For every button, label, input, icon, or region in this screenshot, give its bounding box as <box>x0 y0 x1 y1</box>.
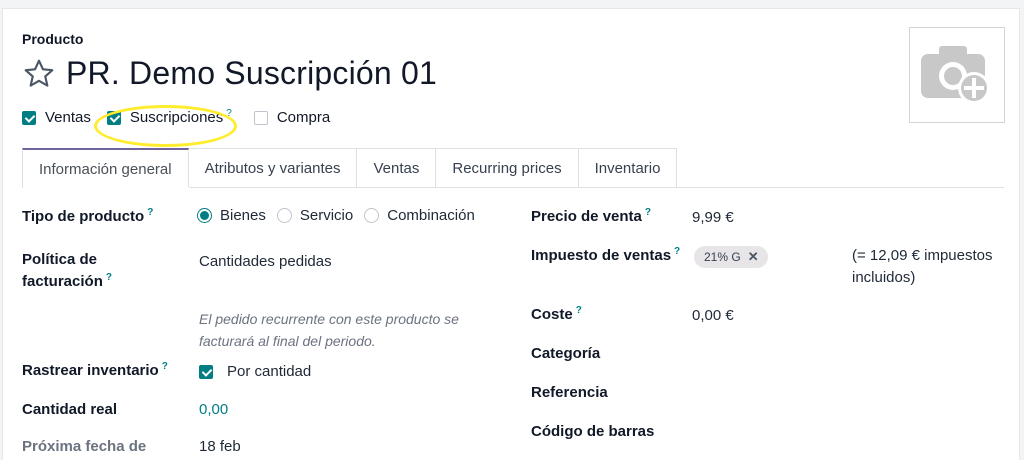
tab-divider-gap <box>23 187 189 188</box>
help-tooltip-icon[interactable]: ? <box>576 305 582 316</box>
radio-service[interactable]: Servicio <box>276 207 354 224</box>
radio-selected-icon[interactable] <box>197 208 212 223</box>
tax-included-note-line1: (= 12,09 € impuestos <box>852 247 993 264</box>
track-inventory-label: Rastrear inventario? <box>22 360 168 382</box>
help-tooltip-icon[interactable]: ? <box>147 207 153 218</box>
checkbox-checked-icon[interactable] <box>22 110 36 125</box>
tab-attributes-variants[interactable]: Atributos y variantes <box>188 148 358 188</box>
checkbox-checked-icon[interactable] <box>106 110 121 125</box>
category-label: Categoría <box>531 345 601 362</box>
tax-included-note: (= 12,09 € impuestos incluidos) <box>852 245 993 289</box>
invoice-policy-label: Política de facturación? <box>22 249 112 293</box>
invoice-policy-note: El pedido recurrente con este producto s… <box>199 308 459 352</box>
tax-included-note-line2: incluidos) <box>852 269 916 286</box>
sale-price-input[interactable]: 9,99 € <box>692 207 734 229</box>
cost-input[interactable]: 0,00 € <box>692 305 734 327</box>
radio-goods-label: Bienes <box>220 207 266 224</box>
invoice-policy-select[interactable]: Cantidades pedidas <box>199 251 332 273</box>
help-tooltip-icon[interactable]: ? <box>645 207 651 218</box>
tab-recurring-prices[interactable]: Recurring prices <box>436 148 579 188</box>
sale-price-label: Precio de venta? <box>531 206 651 228</box>
product-type-radio-group: Bienes Servicio Combinación <box>197 207 486 224</box>
radio-unselected-icon[interactable] <box>276 208 292 223</box>
invoice-policy-label-line1: Política de <box>22 251 98 268</box>
product-flags: Ventas Suscripciones ? Compra <box>22 108 344 126</box>
help-tooltip-icon[interactable]: ? <box>226 108 232 119</box>
tab-inventory[interactable]: Inventario <box>578 148 678 188</box>
sales-checkbox[interactable]: Ventas <box>22 109 91 126</box>
real-quantity-value[interactable]: 0,00 <box>199 399 228 421</box>
page-title[interactable]: PR. Demo Suscripción 01 <box>66 55 437 92</box>
invoice-policy-note-line1: El pedido recurrente con este producto s… <box>199 311 459 327</box>
track-inventory-label-text: Rastrear inventario <box>22 362 159 379</box>
subscriptions-checkbox[interactable]: Suscripciones ? <box>106 108 232 126</box>
purchase-checkbox-label: Compra <box>276 109 331 126</box>
help-tooltip-icon[interactable]: ? <box>674 246 680 257</box>
camera-plus-icon <box>921 46 990 104</box>
product-form-sheet: Producto PR. Demo Suscripción 01 Ventas … <box>2 8 1020 460</box>
product-image-upload[interactable] <box>909 27 1005 123</box>
radio-combo-label: Combinación <box>387 207 475 224</box>
title-row: PR. Demo Suscripción 01 <box>22 55 437 92</box>
cost-label: Coste? <box>531 304 582 326</box>
tab-sales[interactable]: Ventas <box>357 148 437 188</box>
radio-goods[interactable]: Bienes <box>197 207 266 224</box>
track-inventory-value: Por cantidad <box>227 363 312 380</box>
tab-bar: Información general Atributos y variante… <box>22 148 678 188</box>
star-outline-icon[interactable] <box>22 57 56 91</box>
remove-tag-icon[interactable]: ✕ <box>748 249 759 265</box>
tax-tag[interactable]: 21% G ✕ <box>694 246 768 268</box>
radio-combo[interactable]: Combinación <box>364 207 475 224</box>
barcode-label: Código de barras <box>531 423 655 440</box>
help-tooltip-icon[interactable]: ? <box>162 361 168 372</box>
checkbox-unchecked-icon[interactable] <box>253 110 268 125</box>
form-section-label: Producto <box>22 31 84 47</box>
product-type-label: Tipo de producto? <box>22 206 153 228</box>
subscriptions-checkbox-label: Suscripciones <box>129 109 224 126</box>
reference-label: Referencia <box>531 384 608 401</box>
purchase-checkbox[interactable]: Compra <box>253 109 331 126</box>
checkbox-checked-icon[interactable] <box>199 365 213 379</box>
radio-service-label: Servicio <box>299 207 354 224</box>
help-tooltip-icon[interactable]: ? <box>106 272 112 283</box>
sales-tax-label: Impuesto de ventas? <box>531 245 680 267</box>
radio-unselected-icon[interactable] <box>364 208 380 223</box>
sales-checkbox-label: Ventas <box>45 109 91 126</box>
cost-label-text: Coste <box>531 306 573 323</box>
next-date-label: Próxima fecha de <box>22 438 147 455</box>
real-quantity-label: Cantidad real <box>22 401 118 418</box>
tax-tag-label: 21% G <box>704 250 741 264</box>
product-type-label-text: Tipo de producto <box>22 208 145 225</box>
invoice-policy-label-line2: facturación <box>22 273 103 290</box>
next-date-value: 18 feb <box>199 438 241 455</box>
tab-general-info[interactable]: Información general <box>22 148 189 188</box>
invoice-policy-note-line2: facturará al final del periodo. <box>199 333 376 349</box>
sales-tax-label-text: Impuesto de ventas <box>531 247 672 264</box>
sale-price-label-text: Precio de venta <box>531 208 642 225</box>
track-inventory-checkbox[interactable]: Por cantidad <box>199 361 311 383</box>
